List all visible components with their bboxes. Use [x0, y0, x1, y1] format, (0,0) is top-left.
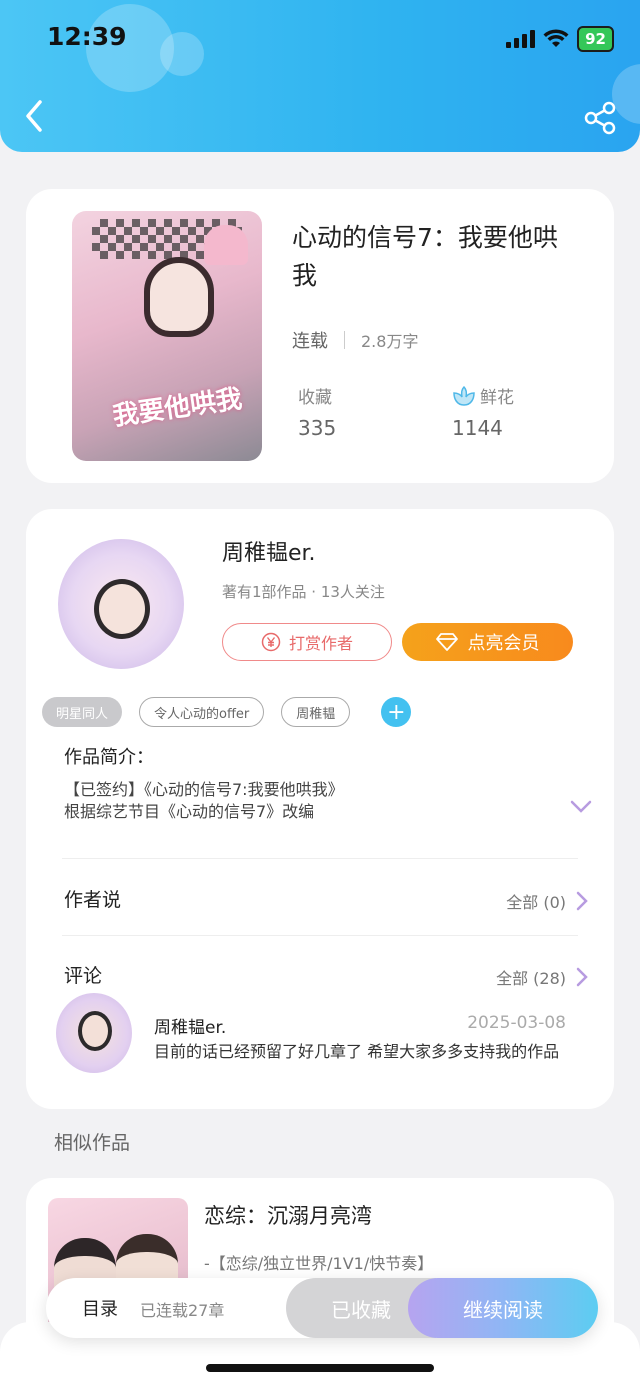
cover-art-text: 我要他哄我: [110, 384, 244, 432]
intro-line: 【已签约】《心动的信号7:我要他哄我》: [64, 780, 344, 799]
word-count: 2.8万字: [361, 332, 419, 351]
comments-title: 评论: [64, 965, 103, 987]
status-time: 12:39: [47, 22, 127, 51]
decor-bubble: [160, 32, 204, 76]
book-cover-image[interactable]: 我要他哄我: [72, 211, 262, 461]
wifi-icon: [543, 29, 569, 47]
tag-item[interactable]: 周稚韫: [281, 697, 351, 727]
author-card: 周稚韫er. 著有1部作品 · 13人关注 打赏作者 点亮会员 明星同人 令人心…: [26, 509, 614, 1109]
intro-text: 【已签约】《心动的信号7:我要他哄我》 根据综艺节目《心动的信号7》改编: [64, 779, 544, 823]
author-says-all-link[interactable]: 全部 (0): [506, 889, 588, 913]
tag-item[interactable]: 明星同人: [42, 697, 123, 727]
vip-button[interactable]: 点亮会员: [402, 623, 573, 661]
flowers-value: 1144: [452, 416, 503, 440]
home-indicator[interactable]: [206, 1364, 434, 1372]
intro-line: 根据综艺节目《心动的信号7》改编: [64, 802, 315, 821]
author-name[interactable]: 周稚韫er.: [222, 535, 316, 567]
author-says-title: 作者说: [64, 889, 122, 911]
cover-heart-decor: [204, 225, 248, 265]
similar-book-title: 恋综：沉溺月亮湾: [204, 1204, 372, 1228]
share-button[interactable]: [582, 100, 618, 136]
comment-date: 2025-03-08: [467, 1013, 566, 1033]
favorites-stat: 收藏 335: [298, 383, 336, 440]
avatar-portrait: [94, 579, 150, 639]
divider: [62, 858, 578, 859]
bottom-action-bar: 目录 已连载27章 已收藏 继续阅读: [46, 1278, 598, 1338]
chevron-right-icon: [576, 967, 588, 987]
expand-intro-button[interactable]: [570, 799, 592, 818]
share-icon: [584, 101, 616, 135]
plus-icon: +: [387, 699, 406, 725]
favorites-label: 收藏: [298, 388, 332, 408]
book-title: 心动的信号7：我要他哄我: [292, 223, 558, 290]
favorited-label: 已收藏: [331, 1297, 391, 1322]
intro-title: 作品简介：: [64, 747, 154, 768]
status-icons: 92: [506, 26, 614, 52]
book-status-row: 连载 2.8万字: [292, 327, 418, 353]
divider: [344, 331, 345, 349]
battery-indicator: 92: [577, 26, 614, 52]
flowers-label-row: 鲜花: [452, 383, 514, 408]
commenter-avatar[interactable]: [56, 993, 132, 1073]
comments-count: 全部 (28): [496, 969, 566, 988]
back-button[interactable]: [18, 96, 52, 136]
header: 12:39 92: [0, 0, 640, 152]
toc-button[interactable]: 目录: [82, 1295, 118, 1321]
chevron-down-icon: [570, 800, 592, 813]
cover-portrait: [144, 257, 214, 337]
signal-icon: [506, 30, 536, 48]
flower-icon: [453, 385, 475, 406]
commenter-name[interactable]: 周稚韫er.: [154, 1013, 226, 1038]
yen-coin-icon: [261, 632, 281, 652]
author-meta: 著有1部作品 · 13人关注: [222, 583, 385, 601]
flowers-stat[interactable]: 鲜花 1144: [452, 383, 514, 440]
continue-reading-label: 继续阅读: [463, 1297, 543, 1322]
avatar-portrait: [78, 1011, 112, 1051]
reward-author-button[interactable]: 打赏作者: [222, 623, 392, 661]
divider: [62, 935, 578, 936]
continue-reading-button[interactable]: 继续阅读: [408, 1278, 598, 1338]
diamond-icon: [435, 633, 458, 651]
comments-all-link[interactable]: 全部 (28): [496, 965, 588, 989]
tag-item[interactable]: 令人心动的offer: [139, 697, 265, 727]
vip-label: 点亮会员: [467, 633, 540, 654]
chevron-right-icon: [576, 891, 588, 911]
chapter-count: 已连载27章: [140, 1301, 225, 1320]
book-info-card: 我要他哄我 心动的信号7：我要他哄我 连载 2.8万字 收藏 335 鲜花 11…: [26, 189, 614, 483]
author-avatar[interactable]: [58, 539, 184, 669]
similar-section-title: 相似作品: [54, 1132, 131, 1154]
serial-status: 连载: [292, 331, 328, 352]
similar-book-desc: -【恋综/独立世界/1V1/快节奏】: [204, 1254, 434, 1273]
comment-text[interactable]: 目前的话已经预留了好几章了 希望大家多多支持我的作品: [154, 1041, 574, 1063]
author-says-count: 全部 (0): [506, 893, 566, 912]
chevron-left-icon: [26, 100, 42, 132]
add-tag-button[interactable]: +: [381, 697, 412, 727]
favorites-value: 335: [298, 416, 337, 440]
reward-label: 打赏作者: [288, 634, 353, 653]
tag-list: 明星同人 令人心动的offer 周稚韫 +: [42, 697, 412, 727]
flowers-label: 鲜花: [480, 388, 514, 408]
